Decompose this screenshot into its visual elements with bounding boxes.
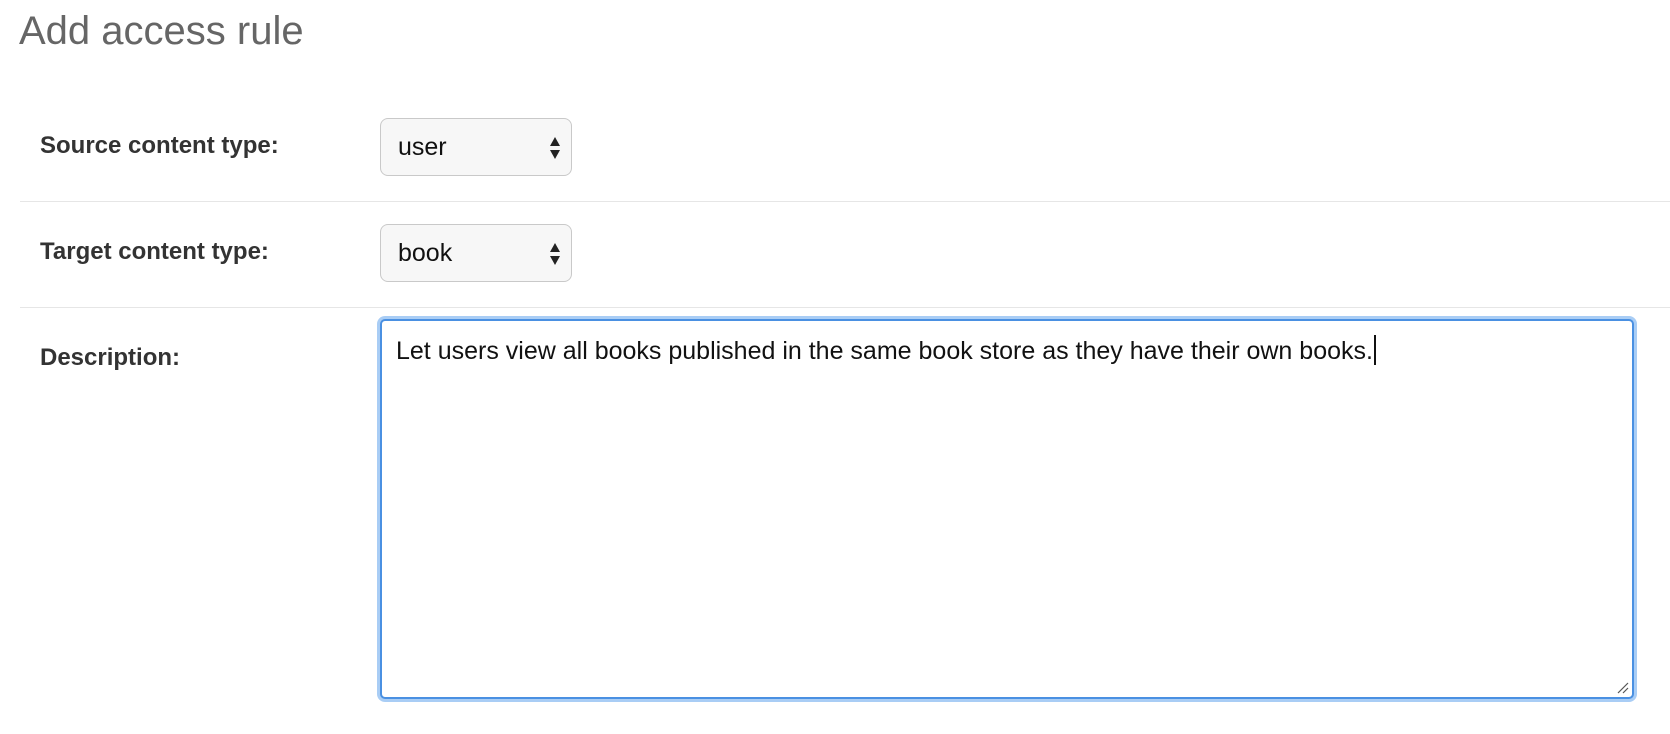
target-content-type-value: book (398, 239, 453, 267)
source-content-type-label: Source content type: (40, 132, 279, 159)
up-down-arrows-icon (550, 137, 560, 159)
description-value: Let users view all books published in th… (396, 337, 1373, 365)
form-row-description: Description: Let users view all books pu… (20, 308, 1670, 728)
target-content-type-label: Target content type: (40, 238, 269, 265)
description-textarea[interactable]: Let users view all books published in th… (380, 319, 1634, 699)
access-rule-form: Source content type: user Target content… (20, 96, 1670, 728)
page-title: Add access rule (19, 9, 304, 53)
description-label: Description: (40, 344, 181, 371)
target-content-type-select[interactable]: book (380, 224, 572, 282)
text-caret (1373, 335, 1376, 365)
up-down-arrows-icon (550, 243, 560, 265)
source-content-type-select[interactable]: user (380, 118, 572, 176)
description-text: Let users view all books published in th… (396, 335, 1376, 366)
resize-grip-icon[interactable] (1615, 680, 1629, 694)
form-row-target-content-type: Target content type: book (20, 202, 1670, 308)
source-content-type-value: user (398, 133, 447, 161)
form-row-source-content-type: Source content type: user (20, 96, 1670, 202)
